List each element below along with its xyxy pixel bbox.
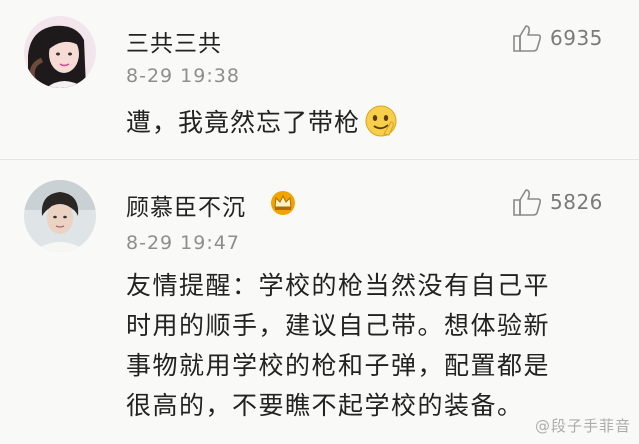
avatar[interactable] bbox=[24, 16, 96, 88]
comment-body: 遭，我竟然忘了带枪 bbox=[126, 108, 361, 137]
username[interactable]: 三共三共 bbox=[126, 24, 222, 58]
like-button[interactable]: 5826 bbox=[512, 188, 603, 216]
crown-badge-icon bbox=[268, 190, 298, 220]
like-count: 6935 bbox=[550, 26, 603, 50]
username[interactable]: 顾慕臣不沉 bbox=[126, 188, 246, 222]
thumbs-up-icon bbox=[513, 189, 542, 216]
thumbs-up-icon bbox=[513, 25, 542, 52]
comment-line: 事物就用学校的枪和子弹，配置都是 bbox=[126, 351, 551, 380]
like-button[interactable]: 6935 bbox=[512, 24, 603, 52]
comment-line: 时用的顺手，建议自己带。想体验新 bbox=[126, 311, 551, 340]
like-count: 5826 bbox=[550, 190, 603, 214]
comment-item: 三共三共 8-29 19:38 6935 遭，我竟然忘了带枪 bbox=[0, 0, 639, 160]
comment-item: 顾慕臣不沉 8-29 19:47 5826 友情提醒：学校的枪当然没有自己平 时… bbox=[0, 160, 639, 444]
comment-text: 友情提醒：学校的枪当然没有自己平 时用的顺手，建议自己带。想体验新 事物就用学校… bbox=[126, 266, 616, 426]
cheeky-face-emoji-icon bbox=[364, 104, 398, 144]
comment-text: 遭，我竟然忘了带枪 bbox=[126, 103, 398, 144]
watermark: @段子手菲音 bbox=[534, 417, 631, 435]
timestamp: 8-29 19:47 bbox=[126, 232, 240, 254]
comment-line: 友情提醒：学校的枪当然没有自己平 bbox=[126, 271, 551, 300]
timestamp: 8-29 19:38 bbox=[126, 65, 240, 87]
avatar[interactable] bbox=[24, 180, 96, 252]
